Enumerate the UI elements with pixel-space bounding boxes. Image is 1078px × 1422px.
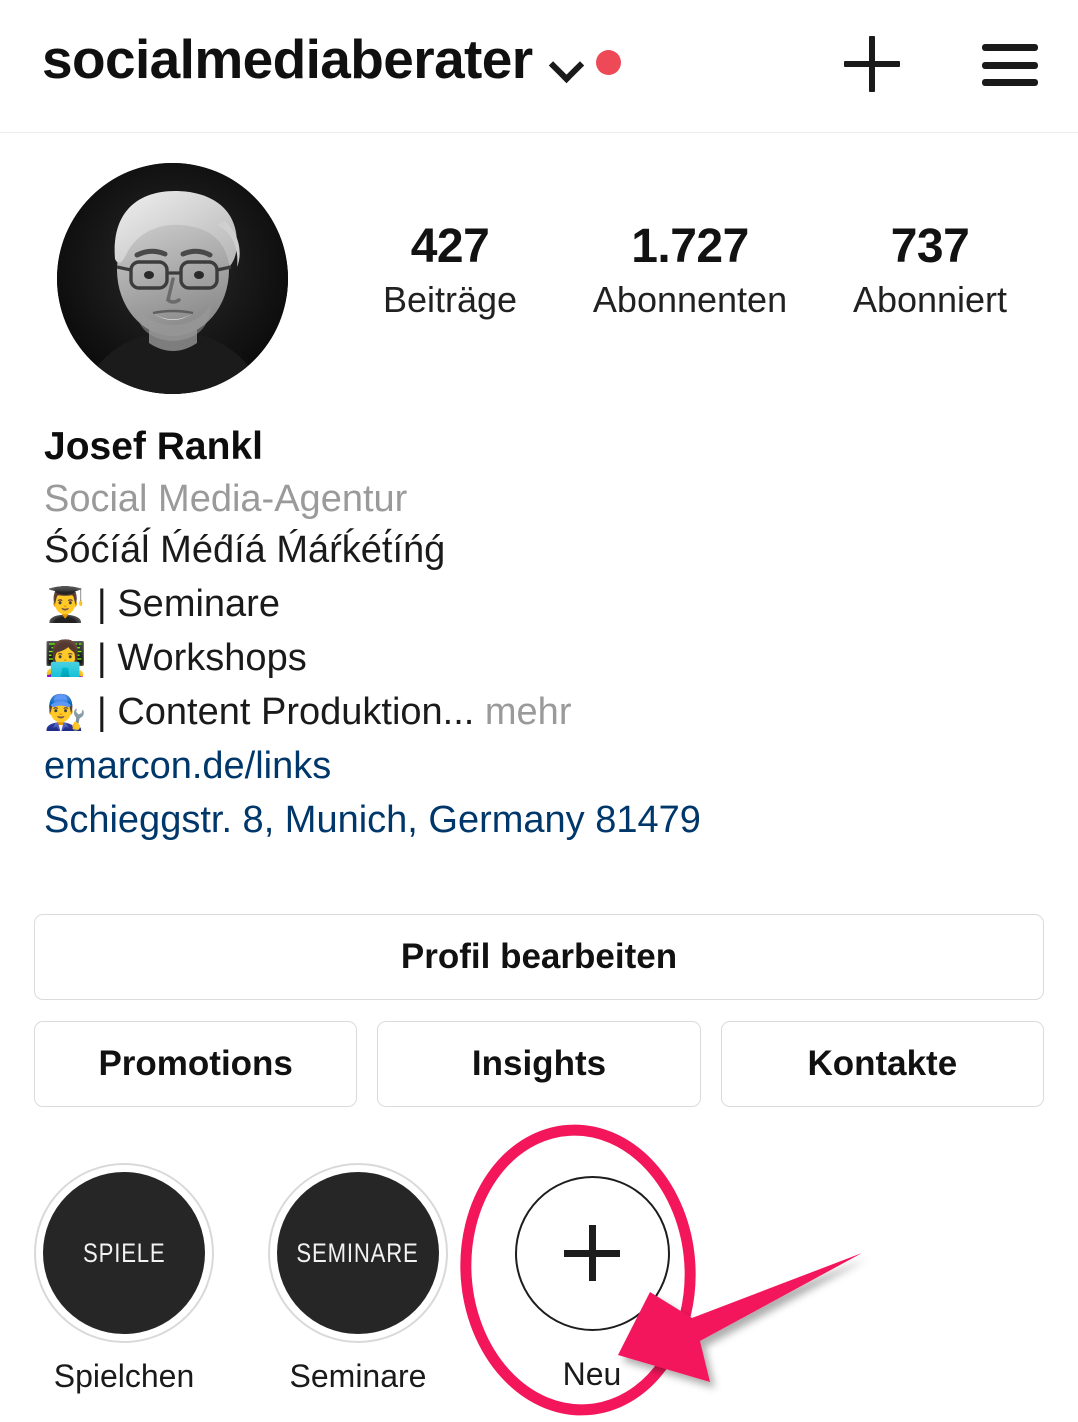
bio-website-link[interactable]: emarcon.de/links	[44, 740, 1044, 794]
bio-line-seminare: 👨‍🎓 | Seminare	[44, 578, 1044, 632]
new-highlight-label: Neu	[562, 1356, 622, 1392]
stat-following-label: Abonniert	[852, 279, 1008, 321]
highlight-label: Spielchen	[53, 1358, 195, 1394]
highlight-cover: SPIELE	[43, 1172, 205, 1334]
stat-followers[interactable]: 1.727 Abonnenten	[570, 220, 810, 321]
highlight-ring: SPIELE	[34, 1163, 214, 1343]
stat-posts[interactable]: 427 Beiträge	[330, 220, 570, 321]
plus-icon	[564, 1225, 620, 1281]
highlight-cover-text: SEMINARE	[296, 1237, 420, 1268]
bio-line-content: 👨‍🔧 | Content Produktion... mehr	[44, 686, 1044, 740]
new-highlight-button[interactable]: Neu	[502, 1163, 682, 1394]
bio-line-content-text: | Content Produktion...	[96, 690, 475, 733]
secondary-action-row: Promotions Insights Kontakte	[34, 1021, 1044, 1107]
new-highlight-ring	[502, 1163, 682, 1343]
chevron-down-icon[interactable]	[549, 47, 583, 81]
technologist-emoji-icon: 👩‍💻	[44, 639, 87, 678]
plus-icon[interactable]	[844, 36, 900, 92]
highlight-label: Seminare	[289, 1358, 427, 1394]
insights-button[interactable]: Insights	[377, 1021, 701, 1107]
edit-profile-button[interactable]: Profil bearbeiten	[34, 914, 1044, 1000]
profile-full-name: Josef Rankl	[44, 425, 263, 468]
stat-posts-value: 427	[410, 220, 490, 273]
mechanic-emoji-icon: 👨‍🔧	[44, 693, 87, 732]
kontakte-button[interactable]: Kontakte	[720, 1021, 1044, 1107]
highlight-cover: SEMINARE	[277, 1172, 439, 1334]
highlight-spielchen[interactable]: SPIELE Spielchen	[34, 1163, 214, 1394]
stat-followers-label: Abonnenten	[592, 279, 788, 321]
stat-followers-value: 1.727	[631, 220, 749, 273]
hamburger-menu-icon[interactable]	[982, 42, 1038, 86]
username-group[interactable]: socialmediaberater	[42, 32, 621, 87]
bio-headline: Śóćíáĺ Ḿéd́íá Ḿáŕḱét́íń…	[44, 528, 446, 571]
stat-following[interactable]: 737 Abonniert	[810, 220, 1050, 321]
profile-category: Social Media-Agentur	[44, 477, 408, 520]
avatar[interactable]	[57, 163, 288, 394]
app-header: socialmediaberater	[0, 0, 1078, 133]
bio-line-workshops-text: | Workshops	[96, 636, 307, 679]
profile-bio: Josef Rankl Social Media-Agentur Śóći…	[44, 424, 1044, 848]
instagram-profile-screen: socialmediaberater 427 Beiträge 1.727 Ab…	[0, 0, 1078, 1422]
page-title: socialmediaberater	[42, 28, 533, 90]
highlight-ring: SEMINARE	[268, 1163, 448, 1343]
story-highlights: SPIELE Spielchen SEMINARE Seminare Neu	[34, 1163, 682, 1394]
bio-more-link[interactable]: mehr	[485, 691, 572, 733]
highlight-seminare[interactable]: SEMINARE Seminare	[268, 1163, 448, 1394]
graduate-emoji-icon: 👨‍🎓	[44, 585, 87, 624]
stat-posts-label: Beiträge	[382, 279, 518, 321]
new-highlight-circle[interactable]	[514, 1175, 670, 1331]
red-dot-badge	[595, 50, 621, 75]
stat-following-value: 737	[890, 220, 970, 273]
bio-address[interactable]: Schieggstr. 8, Munich, Germany 81479	[44, 794, 1044, 848]
bio-line-workshops: 👩‍💻 | Workshops	[44, 632, 1044, 686]
header-actions	[844, 36, 1038, 92]
profile-stats: 427 Beiträge 1.727 Abonnenten 737 Abonni…	[330, 220, 1050, 321]
promotions-button[interactable]: Promotions	[34, 1021, 358, 1107]
bio-line-seminare-text: | Seminare	[96, 582, 280, 625]
highlight-cover-text: SPIELE	[82, 1237, 166, 1268]
